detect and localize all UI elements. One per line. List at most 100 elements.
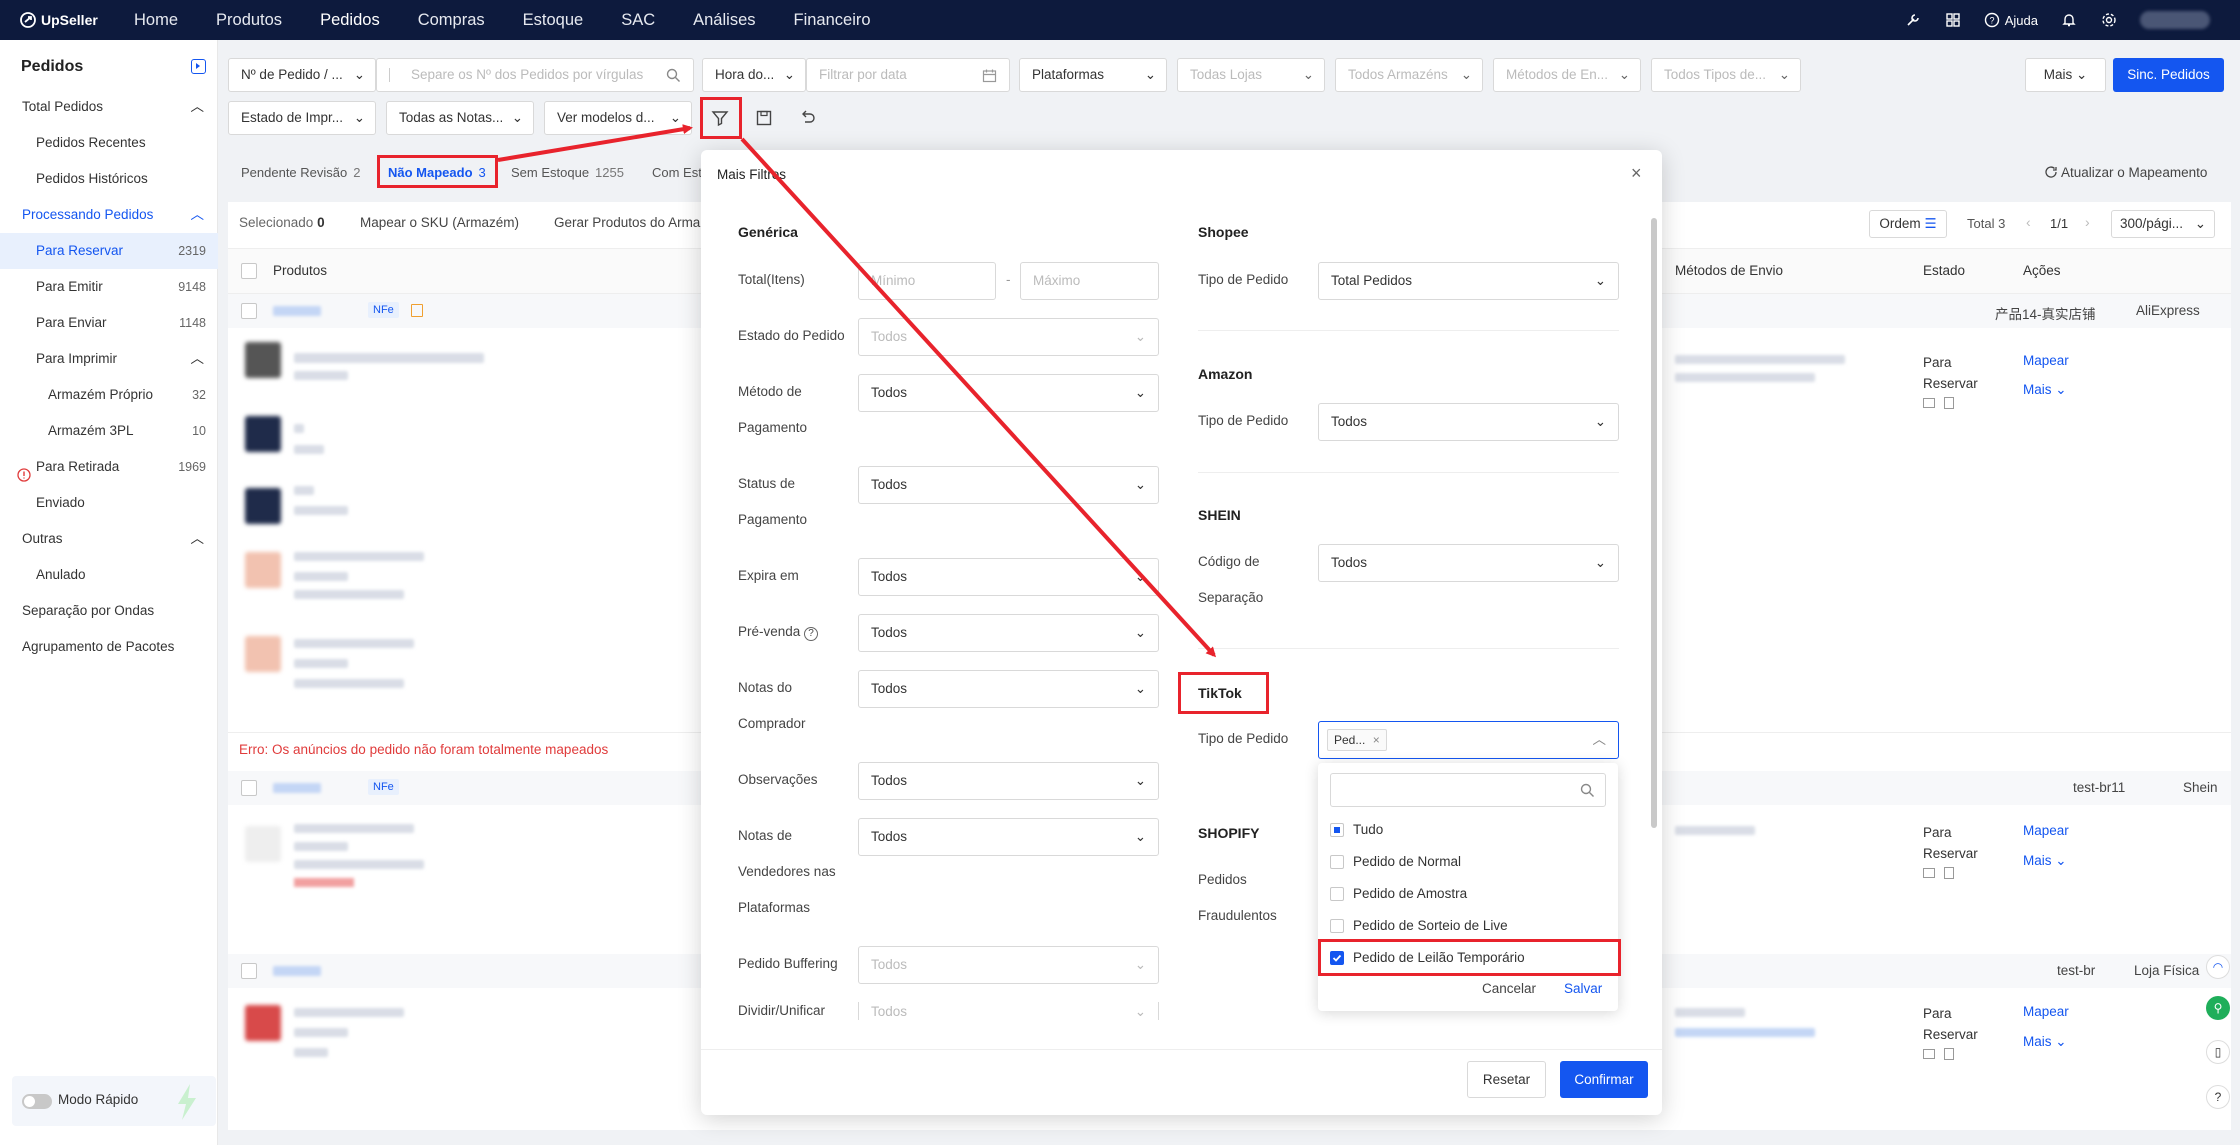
print-state-select[interactable]: Estado de Impr... ⌄ [228, 101, 376, 135]
amazon-type-select[interactable]: Todos ⌄ [1318, 403, 1619, 441]
order-number[interactable] [273, 966, 321, 976]
tab-pendente-revisao[interactable]: Pendente Revisão 2 [241, 158, 360, 188]
search-icon[interactable] [666, 68, 681, 83]
sync-orders-button[interactable]: Sinc. Pedidos [2113, 58, 2224, 92]
prev-page-icon[interactable]: ‹ [2026, 214, 2031, 230]
option-pedido-normal[interactable]: Pedido de Normal [1330, 847, 1461, 877]
date-filter-input[interactable]: Filtrar por data [806, 58, 1010, 92]
option-tudo[interactable]: Tudo [1330, 815, 1383, 845]
time-type-select[interactable]: Hora do... ⌄ [702, 58, 806, 92]
more-actions-link[interactable]: Mais ⌄ [2023, 382, 2067, 398]
map-link[interactable]: Mapear [2023, 353, 2069, 368]
collapse-sidebar-icon[interactable] [191, 59, 206, 74]
shein-code-select[interactable]: Todos ⌄ [1318, 544, 1619, 582]
help-circle-icon[interactable]: ? [2206, 1085, 2230, 1109]
tab-com-estoque[interactable]: Com Est [652, 158, 702, 188]
map-link[interactable]: Mapear [2023, 1004, 2069, 1019]
buffering-select[interactable]: Todos ⌄ [858, 946, 1159, 984]
order-number[interactable] [273, 783, 321, 793]
apps-grid-icon[interactable] [1944, 11, 1962, 29]
sidebar-item-anulado[interactable]: Anulado [0, 557, 218, 593]
select-all-checkbox[interactable] [241, 263, 257, 279]
dropdown-cancel-button[interactable]: Cancelar [1482, 981, 1536, 996]
nav-pedidos[interactable]: Pedidos [301, 0, 399, 40]
option-sorteio-live[interactable]: Pedido de Sorteio de Live [1330, 911, 1508, 941]
order-search-input[interactable]: Separe os Nº dos Pedidos por vírgulas [376, 58, 694, 92]
nav-sac[interactable]: SAC [602, 0, 674, 40]
platforms-select[interactable]: Plataformas ⌄ [1019, 58, 1167, 92]
row-checkbox[interactable] [241, 303, 257, 319]
buyer-notes-select[interactable]: Todos ⌄ [858, 670, 1159, 708]
tiktok-type-select[interactable]: Ped... × ︿ [1318, 721, 1619, 759]
page-size-select[interactable]: 300/pági... ⌄ [2111, 210, 2215, 238]
more-button[interactable]: Mais ⌄ [2025, 58, 2106, 92]
sidebar-item-para-reservar[interactable]: Para Reservar 2319 [0, 233, 218, 269]
reset-filter-button[interactable] [794, 104, 822, 132]
quick-mode-toggle[interactable] [22, 1094, 52, 1109]
presale-select[interactable]: Todos ⌄ [858, 614, 1159, 652]
nav-estoque[interactable]: Estoque [504, 0, 603, 40]
sidebar-item-para-imprimir[interactable]: Para Imprimir ︿ [0, 341, 218, 377]
models-select[interactable]: Ver modelos d... ⌄ [544, 101, 692, 135]
order-types-select[interactable]: Todos Tipos de... ⌄ [1651, 58, 1801, 92]
shopee-type-select[interactable]: Total Pedidos ⌄ [1318, 262, 1619, 300]
dropdown-save-button[interactable]: Salvar [1564, 981, 1602, 996]
row-checkbox[interactable] [241, 963, 257, 979]
settings-gear-icon[interactable] [2100, 11, 2118, 29]
sidebar-item-separacao-ondas[interactable]: Separação por Ondas [0, 593, 218, 629]
map-link[interactable]: Mapear [2023, 823, 2069, 838]
sidebar-item-pedidos-historicos[interactable]: Pedidos Históricos [0, 161, 218, 197]
total-min-input[interactable]: Mínimo [858, 262, 996, 300]
tab-sem-estoque[interactable]: Sem Estoque 1255 [511, 158, 624, 188]
sidebar-item-total-pedidos[interactable]: Total Pedidos ︿ [0, 89, 218, 125]
tag-close-icon[interactable]: × [1373, 733, 1380, 747]
note-icon[interactable] [411, 304, 423, 317]
user-avatar[interactable] [2140, 11, 2210, 29]
expires-select[interactable]: Todos ⌄ [858, 558, 1159, 596]
checkbox[interactable] [1330, 919, 1344, 933]
observations-select[interactable]: Todos ⌄ [858, 762, 1159, 800]
option-pedido-amostra[interactable]: Pedido de Amostra [1330, 879, 1467, 909]
sidebar-item-enviado[interactable]: Enviado [0, 485, 218, 521]
refresh-mapping-link[interactable]: Atualizar o Mapeamento [2044, 158, 2207, 188]
order-state-select[interactable]: Todos ⌄ [858, 318, 1159, 356]
order-number[interactable] [273, 306, 321, 316]
payment-status-select[interactable]: Todos ⌄ [858, 466, 1159, 504]
sidebar-item-armazem-proprio[interactable]: Armazém Próprio 32 [0, 377, 218, 413]
sidebar-item-para-emitir[interactable]: Para Emitir 9148 [0, 269, 218, 305]
checkbox[interactable] [1330, 855, 1344, 869]
mobile-icon[interactable]: ▯ [2206, 1040, 2230, 1064]
stores-select[interactable]: Todas Lojas ⌄ [1177, 58, 1325, 92]
next-page-icon[interactable]: › [2085, 214, 2090, 230]
warehouses-select[interactable]: Todos Armazéns ⌄ [1335, 58, 1483, 92]
brand-logo[interactable]: UpSeller [0, 12, 115, 28]
total-max-input[interactable]: Máximo [1020, 262, 1159, 300]
map-sku-button[interactable]: Mapear o SKU (Armazém) [360, 215, 519, 230]
nav-analises[interactable]: Análises [674, 0, 774, 40]
sidebar-item-pedidos-recentes[interactable]: Pedidos Recentes [0, 125, 218, 161]
checkbox[interactable] [1330, 887, 1344, 901]
nav-financeiro[interactable]: Financeiro [775, 0, 890, 40]
nav-produtos[interactable]: Produtos [197, 0, 301, 40]
close-icon[interactable]: × [1631, 163, 1642, 184]
sidebar-item-para-retirada[interactable]: Para Retirada 1969 [0, 449, 218, 485]
save-filter-button[interactable] [750, 104, 778, 132]
bell-icon[interactable] [2060, 11, 2078, 29]
notes-select[interactable]: Todas as Notas... ⌄ [386, 101, 534, 135]
dropdown-search-input[interactable] [1330, 773, 1606, 807]
shipping-methods-select[interactable]: Métodos de En... ⌄ [1493, 58, 1641, 92]
more-actions-link[interactable]: Mais ⌄ [2023, 853, 2067, 869]
nav-compras[interactable]: Compras [399, 0, 504, 40]
sidebar-item-agrupamento-pacotes[interactable]: Agrupamento de Pacotes [0, 629, 218, 665]
help-link[interactable]: ? Ajuda [1984, 12, 2038, 28]
support-headset-icon[interactable]: ◠ [2206, 955, 2230, 979]
order-number-select[interactable]: Nº de Pedido / ... ⌄ [228, 58, 376, 92]
modal-scrollbar[interactable] [1651, 218, 1657, 828]
chat-search-icon[interactable]: ⚲ [2206, 996, 2230, 1020]
split-merge-select[interactable]: Todos ⌄ [858, 1002, 1159, 1020]
partial-checkbox[interactable] [1330, 823, 1344, 837]
sidebar-item-armazem-3pl[interactable]: Armazém 3PL 10 [0, 413, 218, 449]
confirm-button[interactable]: Confirmar [1560, 1061, 1648, 1098]
generate-products-button[interactable]: Gerar Produtos do Arma [554, 215, 700, 230]
sidebar-item-processando-pedidos[interactable]: Processando Pedidos ︿ [0, 197, 218, 233]
